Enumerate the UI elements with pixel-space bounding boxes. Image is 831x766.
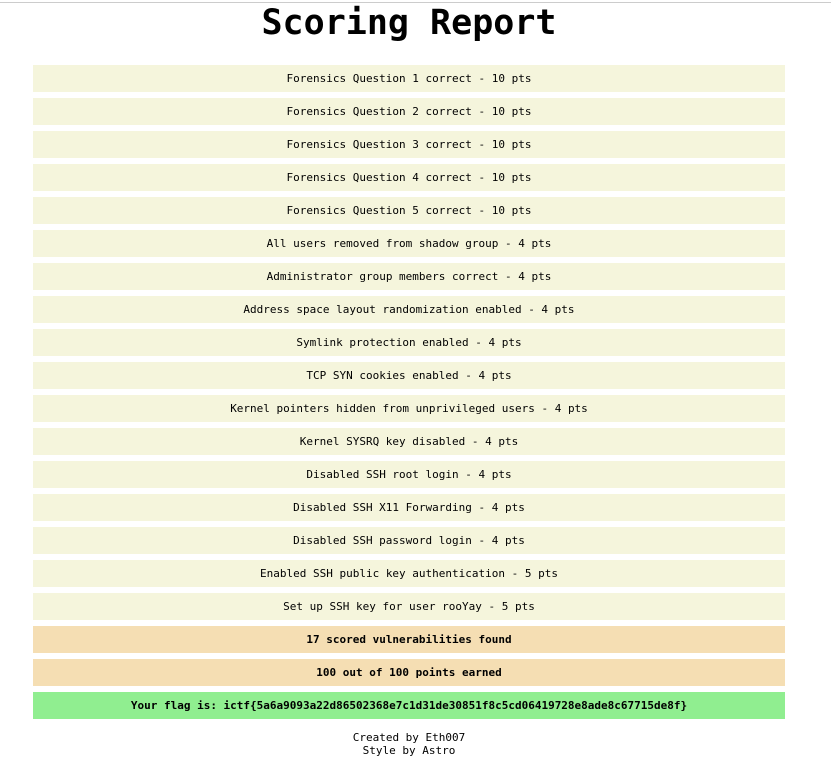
vulns-found-summary: 17 scored vulnerabilities found [33, 626, 785, 653]
report-item: Forensics Question 3 correct - 10 pts [33, 131, 785, 158]
report-item: Forensics Question 1 correct - 10 pts [33, 65, 785, 92]
report-item: Administrator group members correct - 4 … [33, 263, 785, 290]
report-item: Enabled SSH public key authentication - … [33, 560, 785, 587]
report-item: Forensics Question 5 correct - 10 pts [33, 197, 785, 224]
footer-style-by: Style by Astro [362, 744, 456, 757]
report-item: Forensics Question 2 correct - 10 pts [33, 98, 785, 125]
report-item: Set up SSH key for user rooYay - 5 pts [33, 593, 785, 620]
report-item: Disabled SSH X11 Forwarding - 4 pts [33, 494, 785, 521]
footer: Created by Eth007 Style by Astro [0, 731, 818, 757]
report-item: Kernel pointers hidden from unprivileged… [33, 395, 785, 422]
flag-banner: Your flag is: ictf{5a6a9093a22d86502368e… [33, 692, 785, 719]
report-item: Forensics Question 4 correct - 10 pts [33, 164, 785, 191]
points-earned-summary: 100 out of 100 points earned [33, 659, 785, 686]
report-item: Kernel SYSRQ key disabled - 4 pts [33, 428, 785, 455]
page-title: Scoring Report [261, 3, 557, 43]
report-item: Disabled SSH root login - 4 pts [33, 461, 785, 488]
scoring-report-page: Scoring Report Forensics Question 1 corr… [0, 0, 831, 766]
report-item: Disabled SSH password login - 4 pts [33, 527, 785, 554]
footer-created-by: Created by Eth007 [352, 731, 466, 744]
report-item: TCP SYN cookies enabled - 4 pts [33, 362, 785, 389]
report-item: Address space layout randomization enabl… [33, 296, 785, 323]
report-item: All users removed from shadow group - 4 … [33, 230, 785, 257]
report-list: Forensics Question 1 correct - 10 pts Fo… [33, 65, 785, 725]
report-item: Symlink protection enabled - 4 pts [33, 329, 785, 356]
